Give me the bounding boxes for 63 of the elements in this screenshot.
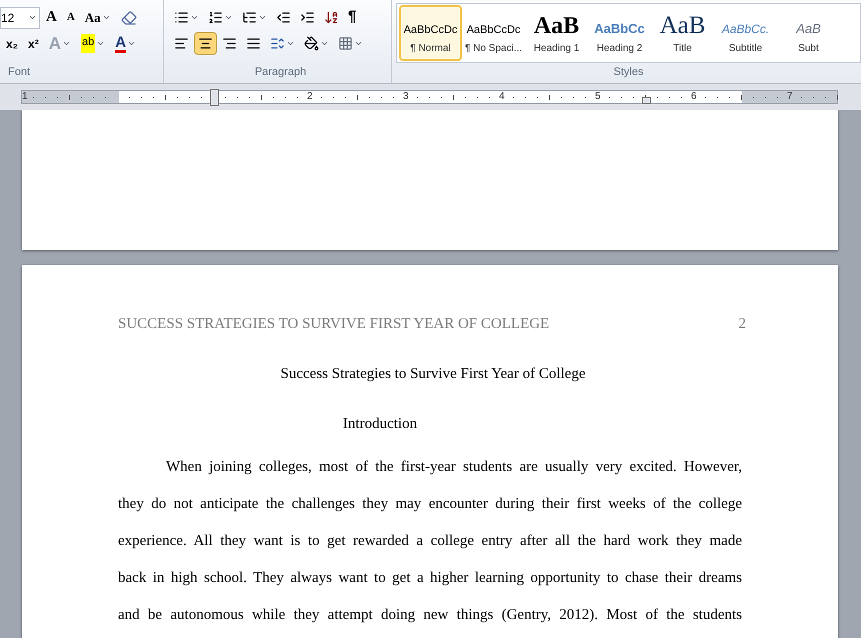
- group-label: Font: [8, 64, 30, 80]
- font-color-button[interactable]: A: [111, 32, 140, 55]
- ruler-number: 2: [307, 90, 313, 104]
- eraser-icon: [120, 10, 137, 26]
- align-icon: [174, 36, 189, 51]
- caret-icon: [224, 13, 233, 22]
- style-item[interactable]: AaBbCcDc ¶ Normal: [399, 5, 462, 61]
- increase-indent-icon: [300, 10, 315, 25]
- caret-icon: [320, 39, 329, 48]
- caret-icon: [190, 13, 199, 22]
- body-text-line: experience. All they want is to get rewarded a college entry after all the hard work they made: [118, 532, 742, 550]
- caret-icon: [96, 39, 106, 48]
- body-text-line: back in high school. They always want to get a higher learning opportunity to chase their dreams: [118, 568, 742, 588]
- tab-stop-marker[interactable]: [642, 97, 651, 104]
- multilevel-list-icon: [242, 10, 257, 25]
- body-text-line: When joining colleges, most of the first-year students are usually very excited. However,: [165, 458, 742, 476]
- align-button[interactable]: [194, 32, 217, 55]
- indent-marker[interactable]: [210, 89, 219, 106]
- page-number: 2: [738, 315, 746, 334]
- bullet-list-icon: [174, 10, 189, 25]
- borders-icon: [338, 36, 353, 51]
- ruler-number: 6: [691, 90, 697, 104]
- caret-icon: [127, 39, 136, 48]
- caret-icon: [28, 13, 37, 22]
- ruler-number: 3: [403, 90, 409, 104]
- style-item[interactable]: AaBbCcDc ¶ No Spaci...: [462, 5, 525, 61]
- highlight-button[interactable]: ab: [76, 32, 110, 55]
- paint-bucket-icon: [304, 36, 319, 51]
- style-item[interactable]: AaB Heading 1: [525, 5, 588, 61]
- grow-font-button[interactable]: A: [42, 6, 61, 29]
- caret-icon: [258, 13, 267, 22]
- ruler-number: 5: [595, 90, 601, 104]
- caret-icon: [62, 39, 71, 48]
- align-icon: [198, 36, 213, 51]
- section-heading: Introduction: [342, 415, 418, 434]
- page-header: SUCCESS STRATEGIES TO SURVIVE FIRST YEAR OF COLLEGE: [118, 315, 550, 334]
- style-item[interactable]: AaBbCc. Subtitle: [714, 5, 777, 61]
- body-text-line: they do not anticipate the challenges they may encounter during their first weeks of the college: [118, 494, 742, 514]
- align-icon: [222, 36, 237, 51]
- align-icon: [246, 36, 261, 51]
- shrink-font-button[interactable]: A: [62, 6, 79, 29]
- show-marks-button[interactable]: ¶: [344, 6, 360, 29]
- numbered-list-icon: [208, 10, 223, 25]
- change-case-button[interactable]: Aa: [80, 6, 115, 29]
- caret-icon: [354, 39, 363, 48]
- caret-icon: [102, 13, 111, 22]
- style-item[interactable]: AaB Title: [651, 5, 714, 61]
- subscript-button[interactable]: x₂: [2, 32, 22, 55]
- body-text-line: and be autonomous while they attempt doing new things (Gentry, 2012). Most of the students: [118, 606, 742, 624]
- style-item[interactable]: AaB Subt: [777, 5, 840, 61]
- group-label: Paragraph: [254, 64, 306, 80]
- sort-icon: [324, 10, 339, 25]
- font-size-field[interactable]: 12: [0, 6, 40, 28]
- group-label: Styles: [614, 64, 644, 80]
- superscript-button[interactable]: x²: [24, 32, 43, 55]
- caret-icon: [286, 39, 295, 48]
- decrease-indent-icon: [276, 10, 291, 25]
- ruler-number: 7: [787, 90, 793, 104]
- style-item[interactable]: AaBbCc Heading 2: [588, 5, 651, 61]
- ruler-number: 4: [499, 90, 505, 104]
- document-title: Success Strategies to Survive First Year of College: [280, 364, 586, 384]
- ruler-number: 1: [22, 90, 28, 104]
- line-spacing-icon: [270, 36, 285, 51]
